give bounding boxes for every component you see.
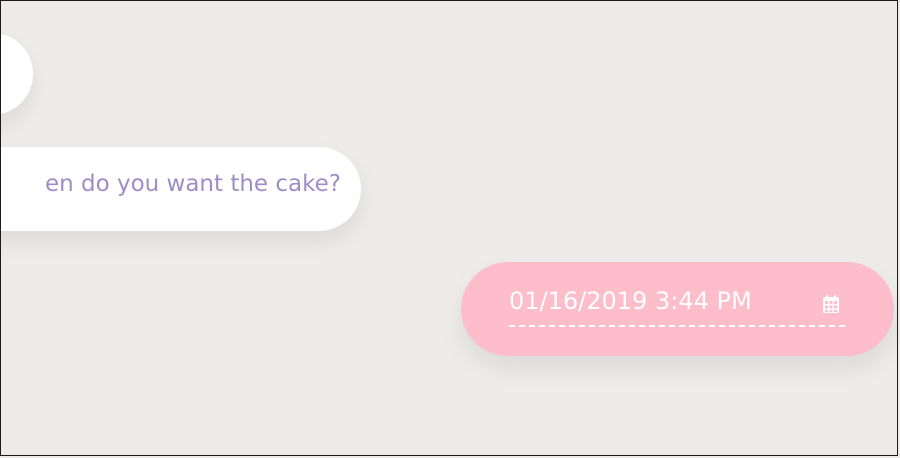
chat-canvas: en do you want the cake? 01/16/2019 3:44… (0, 0, 898, 456)
message-bubble-question: en do you want the cake? (1, 147, 361, 231)
datetime-value: 01/16/2019 3:44 PM (509, 287, 752, 315)
datetime-input[interactable]: 01/16/2019 3:44 PM (509, 287, 845, 327)
answer-bubble: 01/16/2019 3:44 PM (461, 262, 894, 356)
question-text: en do you want the cake? (44, 171, 341, 197)
calendar-icon[interactable] (819, 292, 843, 316)
message-bubble-top (1, 33, 33, 115)
